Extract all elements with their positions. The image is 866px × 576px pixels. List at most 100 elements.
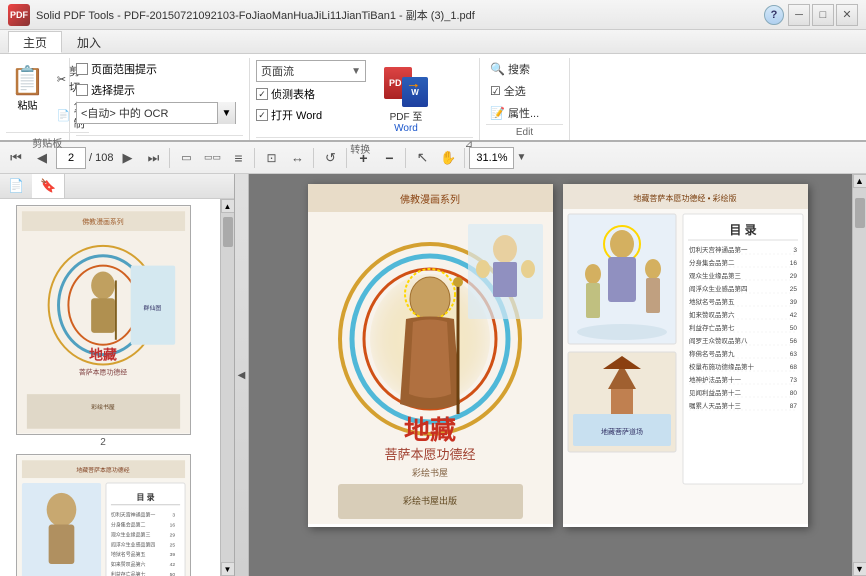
svg-text:地神护法品第十一: 地神护法品第十一	[689, 375, 742, 384]
svg-text:菩萨本愿功德经: 菩萨本愿功德经	[384, 447, 475, 462]
scroll-thumb[interactable]	[855, 198, 865, 228]
tab-home[interactable]: 主页	[8, 31, 62, 53]
scroll-view-button[interactable]: ≡	[226, 146, 250, 170]
ribbon: 📋 粘贴 ✂ 剪切 📄 复制 剪贴板	[0, 54, 866, 142]
open-word-check[interactable]: 打开 Word	[256, 106, 366, 124]
svg-text:73: 73	[789, 377, 797, 384]
properties-button[interactable]: 📝 属性...	[486, 104, 543, 122]
svg-text:56: 56	[789, 338, 797, 345]
svg-text:佛教漫画系列: 佛教漫画系列	[82, 217, 124, 226]
title-bar-left: PDF Solid PDF Tools - PDF-20150721092103…	[8, 4, 475, 26]
title-bar: PDF Solid PDF Tools - PDF-20150721092103…	[0, 0, 866, 30]
page-range-checkbox[interactable]	[76, 63, 88, 75]
word-label: Word	[394, 123, 418, 134]
svg-text:29: 29	[789, 273, 797, 280]
hints-group: 页面范围提示 选择提示 <自动> 中的 OCR ▼	[70, 58, 250, 140]
title-bar-controls: ─ □ ✕	[788, 4, 858, 26]
main-area: 📄 🔖 佛教漫画系列	[0, 174, 866, 576]
scroll-down-button[interactable]: ▼	[853, 562, 866, 576]
svg-text:42: 42	[169, 562, 175, 568]
help-button[interactable]: ?	[764, 5, 784, 25]
svg-text:25: 25	[169, 542, 175, 548]
svg-text:彩绘书屋: 彩绘书屋	[91, 403, 115, 411]
close-button[interactable]: ✕	[836, 4, 858, 26]
svg-text:观众生业缘品第三: 观众生业缘品第三	[110, 531, 150, 538]
select-all-icon: ☑	[490, 84, 501, 98]
svg-text:目 录: 目 录	[729, 223, 756, 237]
tab-insert[interactable]: 加入	[62, 31, 116, 53]
convert-group: 页面流 ▼ 侦测表格 打开 Word	[250, 58, 480, 140]
total-pages: / 108	[89, 152, 113, 164]
pdf-to-word-icon: PDF → W	[384, 63, 428, 107]
zoom-input[interactable]	[469, 147, 514, 169]
open-word-checkbox[interactable]	[256, 109, 268, 121]
svg-text:观众生业缘品第三: 观众生业缘品第三	[689, 271, 742, 280]
sidebar-scroll-down[interactable]: ▼	[221, 562, 235, 576]
zoom-wrap: ▼	[469, 147, 526, 169]
sidebar-scroll-thumb[interactable]	[223, 217, 233, 247]
sidebar-tab-bookmarks[interactable]: 🔖	[32, 174, 65, 198]
svg-text:68: 68	[789, 364, 797, 371]
scroll-up-button[interactable]: ▲	[853, 174, 866, 188]
svg-text:地藏菩萨道场: 地藏菩萨道场	[601, 427, 643, 436]
svg-text:群仙图: 群仙图	[143, 304, 161, 312]
detect-table-check[interactable]: 侦测表格	[256, 85, 366, 103]
svg-text:彩绘书屋: 彩绘书屋	[411, 467, 447, 478]
pdf-view-scrollbar[interactable]: ▲ ▼	[852, 174, 866, 576]
svg-text:16: 16	[789, 260, 797, 267]
last-page-button[interactable]: ⏭	[141, 146, 165, 170]
svg-text:菩萨本愿功德经: 菩萨本愿功德经	[78, 367, 126, 376]
minimize-button[interactable]: ─	[788, 4, 810, 26]
svg-text:39: 39	[169, 552, 175, 558]
ocr-dropdown-arrow[interactable]: ▼	[217, 102, 235, 124]
clipboard-group: 📋 粘贴 ✂ 剪切 📄 复制 剪贴板	[0, 58, 70, 140]
svg-text:忉利天宫神通品第一: 忉利天宫神通品第一	[110, 512, 154, 519]
svg-text:如来赞叹品第六: 如来赞叹品第六	[689, 310, 735, 319]
sidebar-collapse-button[interactable]: ◀	[235, 174, 249, 576]
paste-button[interactable]: 📋 粘贴	[6, 62, 49, 132]
separator-1	[169, 148, 170, 168]
sidebar-scroll-up[interactable]: ▲	[221, 199, 235, 213]
svg-text:地狱名号品第五: 地狱名号品第五	[689, 297, 735, 306]
search-icon: 🔍	[490, 62, 505, 76]
select-hint-checkbox[interactable]	[76, 84, 88, 96]
svg-text:3: 3	[172, 513, 175, 519]
pdf-to-word-button[interactable]: PDF → W PDF 至 Word	[376, 60, 436, 137]
svg-text:佛教漫画系列: 佛教漫画系列	[400, 193, 460, 206]
svg-text:校量布施功德缘品第十: 校量布施功德缘品第十	[689, 362, 755, 371]
thumbnail-page-3[interactable]: 地藏菩萨本愿功德经 佛陀与众人 场景图 目 录	[6, 454, 200, 576]
convert-content: 页面流 ▼ 侦测表格 打开 Word	[256, 58, 436, 137]
search-button[interactable]: 🔍 搜索	[486, 60, 534, 78]
page-range-check[interactable]: 页面范围提示	[76, 60, 157, 78]
svg-text:阎罗王众赞叹品第八: 阎罗王众赞叹品第八	[689, 336, 748, 345]
double-page-button[interactable]: ▭▭	[200, 146, 224, 170]
pdf-page-3: 地藏菩萨本愿功德经 • 彩绘版	[563, 184, 808, 527]
convert-label: 转换	[256, 139, 465, 158]
select-hint-check[interactable]: 选择提示	[76, 81, 135, 99]
pdf-to-word-section: PDF → W PDF 至 Word	[376, 60, 436, 137]
detect-table-checkbox[interactable]	[256, 88, 268, 100]
svg-text:分身集会品第二: 分身集会品第二	[689, 258, 735, 267]
zoom-dropdown-arrow[interactable]: ▼	[516, 152, 526, 163]
svg-text:称佛名号品第九: 称佛名号品第九	[689, 349, 735, 358]
page-flow-dropdown[interactable]: 页面流 ▼	[256, 60, 366, 82]
next-page-button[interactable]: ▶	[115, 146, 139, 170]
maximize-button[interactable]: □	[812, 4, 834, 26]
pdf-to-label: PDF 至	[390, 108, 423, 123]
thumb-num-2: 2	[100, 437, 106, 448]
svg-text:如来赞叹品第六: 如来赞叹品第六	[110, 561, 145, 568]
edit-group: 🔍 搜索 ☑ 全选 📝 属性... Edit	[480, 58, 570, 140]
svg-text:16: 16	[169, 522, 175, 528]
expand-icon[interactable]: ⊿	[465, 139, 473, 158]
ocr-dropdown[interactable]: <自动> 中的 OCR ▼	[76, 102, 236, 124]
sidebar-scrollbar[interactable]: ▲ ▼	[220, 199, 234, 576]
select-all-button[interactable]: ☑ 全选	[486, 82, 530, 100]
svg-text:63: 63	[789, 351, 797, 358]
thumbnail-page-2[interactable]: 佛教漫画系列 地藏 菩萨本愿功德经	[6, 205, 200, 448]
sidebar-tab-pages[interactable]: 📄	[0, 174, 32, 198]
svg-text:50: 50	[789, 325, 797, 332]
arrow-icon: →	[406, 75, 420, 91]
single-page-button[interactable]: ▭	[174, 146, 198, 170]
svg-text:彩绘书屋出版: 彩绘书屋出版	[402, 495, 456, 506]
paste-label: 粘贴	[17, 97, 37, 112]
